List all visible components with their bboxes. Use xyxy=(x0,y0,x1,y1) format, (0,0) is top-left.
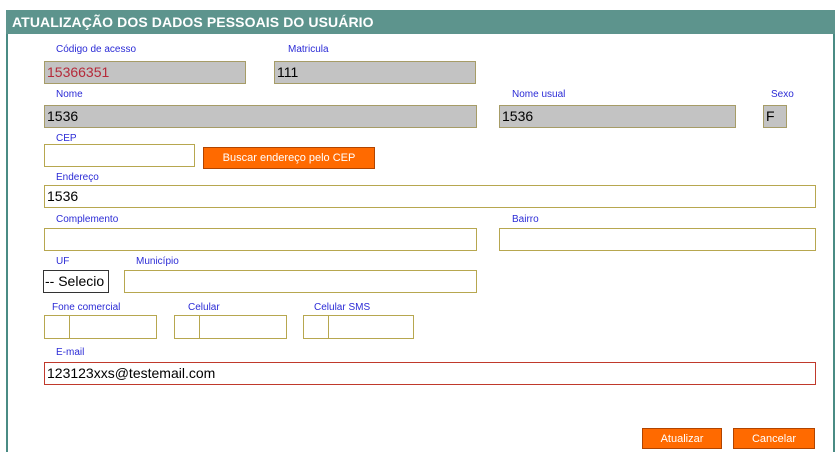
nome-field: 1536 xyxy=(44,105,477,128)
nome-label: Nome xyxy=(56,89,83,100)
sexo-label: Sexo xyxy=(771,89,794,100)
email-label: E-mail xyxy=(56,347,85,358)
uf-label: UF xyxy=(56,256,70,267)
nome-usual-field[interactable]: 1536 xyxy=(499,105,736,128)
atualizar-button[interactable]: Atualizar xyxy=(642,428,722,449)
matricula-label: Matricula xyxy=(288,44,329,55)
matricula-field: 111 xyxy=(274,61,476,84)
celular-number-input[interactable] xyxy=(199,315,287,339)
endereco-label: Endereço xyxy=(56,172,99,183)
codigo-acesso-field: 15366351 xyxy=(44,61,246,84)
sexo-field: F xyxy=(763,105,787,128)
complemento-label: Complemento xyxy=(56,214,119,225)
municipio-label: Município xyxy=(136,256,179,267)
fone-comercial-number-input[interactable] xyxy=(69,315,157,339)
celular-ddd-input[interactable] xyxy=(174,315,200,339)
bairro-input[interactable] xyxy=(499,228,816,251)
complemento-input[interactable] xyxy=(44,228,477,251)
municipio-input[interactable] xyxy=(124,270,477,293)
celular-sms-label: Celular SMS xyxy=(314,302,371,313)
endereco-input[interactable]: 1536 xyxy=(44,185,816,208)
email-input[interactable]: 123123xxs@testemail.com xyxy=(44,362,816,385)
bairro-label: Bairro xyxy=(512,214,539,225)
codigo-acesso-label: Código de acesso xyxy=(56,44,137,55)
page-title: ATUALIZAÇÃO DOS DADOS PESSOAIS DO USUÁRI… xyxy=(6,10,835,34)
celular-sms-number-input[interactable] xyxy=(328,315,414,339)
cep-label: CEP xyxy=(56,133,77,144)
cancelar-button[interactable]: Cancelar xyxy=(733,428,815,449)
cep-input[interactable] xyxy=(44,144,195,167)
nome-usual-label: Nome usual xyxy=(512,89,566,100)
celular-sms-ddd-input[interactable] xyxy=(303,315,329,339)
fone-comercial-ddd-input[interactable] xyxy=(44,315,70,339)
buscar-cep-button[interactable]: Buscar endereço pelo CEP xyxy=(203,147,375,169)
fone-comercial-label: Fone comercial xyxy=(52,302,121,313)
celular-label: Celular xyxy=(188,302,220,313)
uf-select[interactable]: -- Selecio xyxy=(43,270,109,293)
